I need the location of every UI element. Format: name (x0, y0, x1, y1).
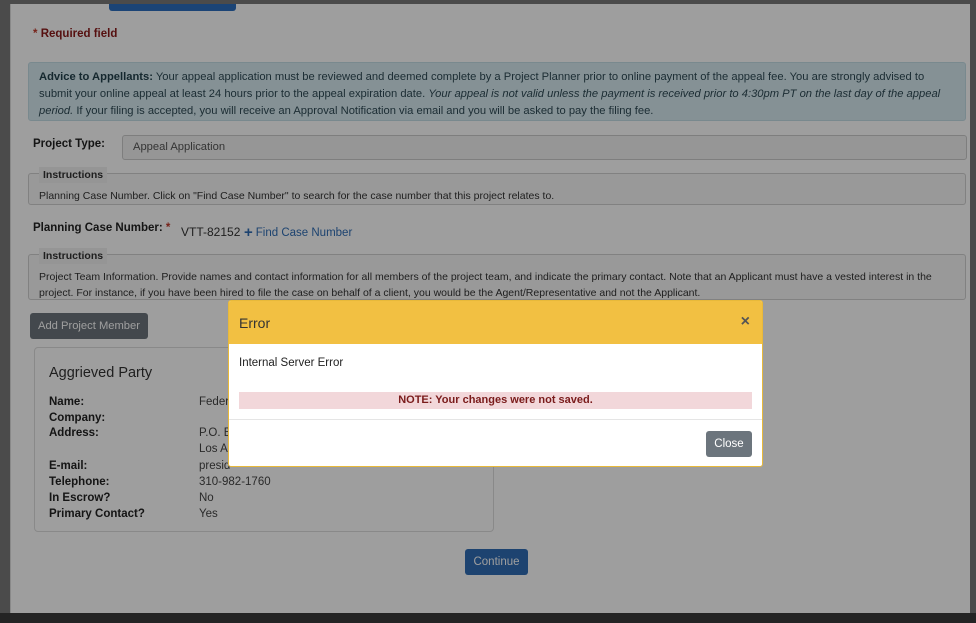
modal-body: Internal Server Error NOTE: Your changes… (229, 344, 762, 419)
error-modal: Error × Internal Server Error NOTE: Your… (228, 300, 763, 467)
close-button[interactable]: Close (706, 431, 752, 457)
modal-title: Error (239, 315, 271, 331)
not-saved-note: NOTE: Your changes were not saved. (239, 392, 752, 409)
close-icon[interactable]: × (741, 313, 750, 331)
modal-footer: Close (229, 419, 762, 466)
error-message: Internal Server Error (239, 357, 344, 369)
modal-header: Error × (229, 301, 762, 344)
